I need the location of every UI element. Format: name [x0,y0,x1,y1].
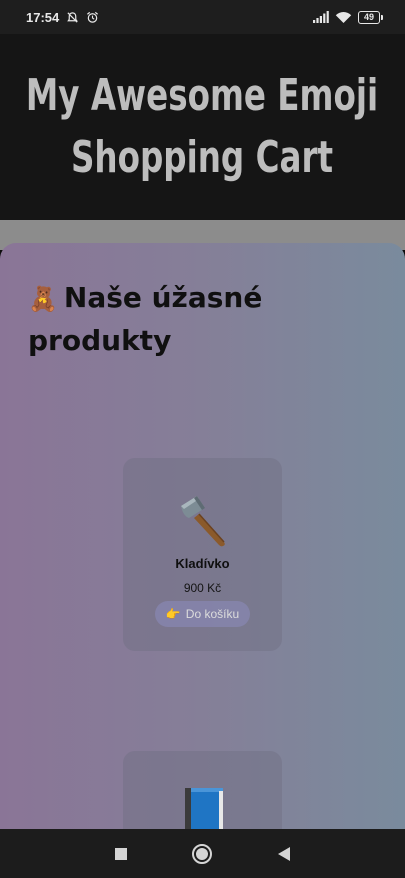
status-right: 49 [313,10,383,24]
wifi-icon [335,11,352,24]
products-heading-text: Naše úžasné produkty [28,281,263,357]
site-header: My Awesome Emoji Shopping Cart [0,34,405,220]
status-left: 17:54 [26,10,99,25]
add-to-cart-button[interactable]: 👉 Do košíku [154,601,251,627]
status-time: 17:54 [26,9,60,25]
recents-square-icon[interactable] [109,842,133,866]
system-nav-bar [0,829,405,878]
product-card: Kladívko 900 Kč 👉 Do košíku [123,458,282,651]
page-title: My Awesome Emoji Shopping Cart [26,65,378,189]
page-title-line-2: Shopping Cart [71,132,334,183]
mute-icon [66,11,79,24]
product-price: 900 Kč [183,581,222,595]
page-title-line-1: My Awesome Emoji [26,70,379,121]
battery-icon: 49 [358,10,383,24]
hammer-icon [171,488,235,552]
status-bar: 17:54 49 [0,0,405,34]
pointing-hand-icon: 👉 [165,607,181,621]
products-heading: 🧸 Naše úžasné produkty [28,277,328,362]
teddy-bear-icon: 🧸 [28,285,58,313]
back-triangle-icon[interactable] [272,842,296,866]
products-section: 🧸 Naše úžasné produkty Kladívko 900 Kč 👉 … [0,243,405,843]
add-to-cart-label: Do košíku [185,607,240,621]
signal-icon [313,11,329,23]
home-circle-icon[interactable] [190,842,214,866]
product-name: Kladívko [175,556,230,571]
alarm-icon [86,11,99,24]
battery-level: 49 [358,10,380,24]
